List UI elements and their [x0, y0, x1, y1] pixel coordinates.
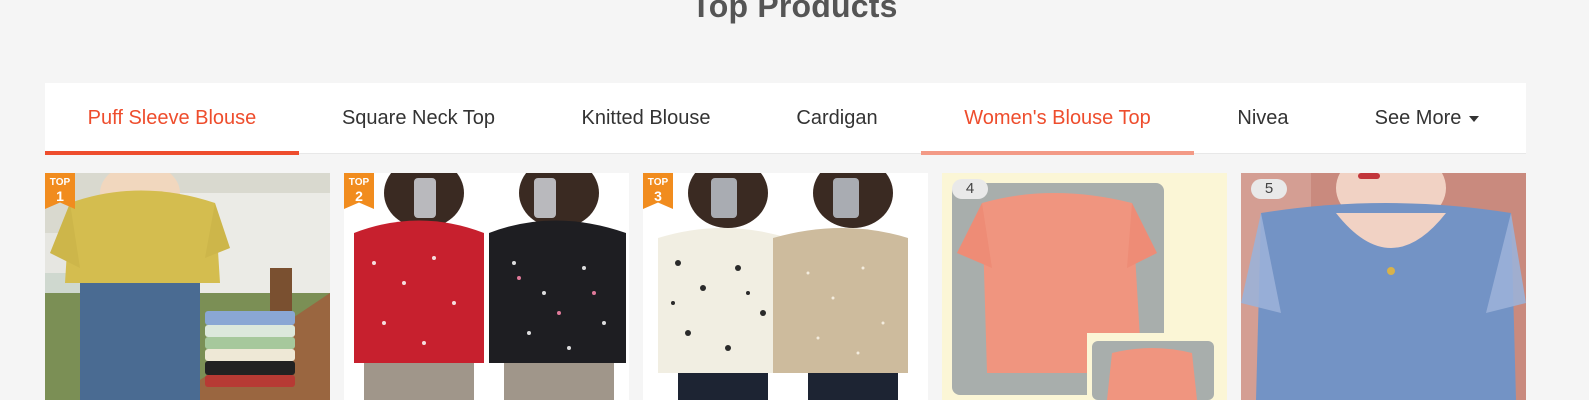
- product-image: [643, 173, 928, 400]
- rank-badge: 5: [1251, 179, 1287, 199]
- product-card[interactable]: 4: [942, 173, 1227, 400]
- product-card[interactable]: TOP 2: [344, 173, 629, 400]
- rank-badge: 4: [952, 179, 988, 199]
- tab-label: Square Neck Top: [341, 107, 496, 129]
- badge-rank: 3: [654, 188, 662, 204]
- category-tabbar: Puff Sleeve Blouse Square Neck Top Knitt…: [45, 83, 1526, 155]
- tab-label: Puff Sleeve Blouse: [87, 107, 257, 129]
- tab-label: Women's Blouse Top: [964, 107, 1151, 129]
- badge-rank: 2: [355, 188, 363, 204]
- product-card[interactable]: TOP 3: [643, 173, 928, 400]
- product-image: [1241, 173, 1526, 400]
- section-title: Top Products: [691, 0, 898, 24]
- product-image: [45, 173, 330, 400]
- tab-hover-underline: [921, 151, 1194, 155]
- tab-nivea[interactable]: Nivea: [1227, 83, 1299, 154]
- tab-label: Cardigan: [796, 107, 878, 129]
- see-more-button[interactable]: See More: [1363, 83, 1491, 154]
- badge-top-label: TOP: [647, 177, 669, 188]
- product-card[interactable]: TOP 1: [45, 173, 330, 400]
- product-card[interactable]: 5: [1241, 173, 1526, 400]
- tab-square-neck-top[interactable]: Square Neck Top: [327, 83, 510, 154]
- tab-label: Knitted Blouse: [581, 107, 711, 129]
- product-image: [344, 173, 629, 400]
- badge-rank: 1: [56, 188, 64, 204]
- tab-knitted-blouse[interactable]: Knitted Blouse: [570, 83, 722, 154]
- tab-womens-blouse-top[interactable]: Women's Blouse Top: [921, 83, 1194, 155]
- badge-top-label: TOP: [49, 177, 71, 188]
- tab-active-underline: [45, 151, 299, 155]
- tab-puff-sleeve-blouse[interactable]: Puff Sleeve Blouse: [45, 83, 299, 155]
- caret-down-icon: [1469, 115, 1480, 122]
- badge-top-label: TOP: [348, 177, 370, 188]
- tab-label: Nivea: [1237, 107, 1289, 129]
- tab-label: See More: [1374, 107, 1462, 129]
- tab-cardigan[interactable]: Cardigan: [786, 83, 888, 154]
- product-image: [942, 173, 1227, 400]
